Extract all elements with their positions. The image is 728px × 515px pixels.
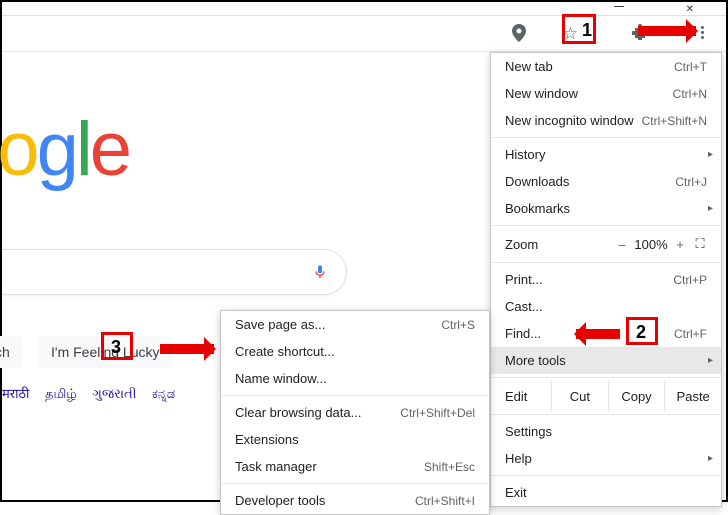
edit-copy[interactable]: Copy bbox=[608, 381, 665, 411]
submenu-extensions[interactable]: Extensions bbox=[221, 426, 489, 453]
edit-paste[interactable]: Paste bbox=[664, 381, 721, 411]
annotation-arrow-3 bbox=[160, 344, 214, 354]
menu-help[interactable]: Help bbox=[491, 445, 721, 472]
window-minimize-icon[interactable] bbox=[614, 6, 624, 7]
search-input[interactable] bbox=[2, 249, 347, 295]
menu-edit-row: Edit Cut Copy Paste bbox=[491, 381, 721, 411]
menu-downloads[interactable]: DownloadsCtrl+J bbox=[491, 168, 721, 195]
lang-link[interactable]: मराठी bbox=[2, 386, 29, 401]
menu-bookmarks[interactable]: Bookmarks bbox=[491, 195, 721, 222]
annotation-arrow-1 bbox=[638, 26, 696, 36]
zoom-out-button[interactable]: – bbox=[613, 237, 631, 252]
menu-cast[interactable]: Cast... bbox=[491, 293, 721, 320]
google-search-button[interactable]: ch bbox=[0, 336, 23, 368]
menu-separator bbox=[491, 377, 721, 378]
fullscreen-icon[interactable]: ⛶ bbox=[689, 236, 711, 252]
zoom-value: 100% bbox=[631, 237, 671, 252]
annotation-arrow-2 bbox=[576, 329, 620, 339]
zoom-in-button[interactable]: + bbox=[671, 237, 689, 252]
edit-cut[interactable]: Cut bbox=[551, 381, 608, 411]
submenu-clear-data[interactable]: Clear browsing data...Ctrl+Shift+Del bbox=[221, 399, 489, 426]
zoom-label: Zoom bbox=[505, 237, 613, 252]
language-links: मराठी தமிழ் ગુજરાતી ಕನ್ನಡ bbox=[2, 384, 187, 403]
window-close-icon[interactable]: ✕ bbox=[686, 4, 694, 15]
voice-search-icon[interactable] bbox=[312, 262, 328, 287]
menu-separator bbox=[491, 137, 721, 138]
annotation-number-1: 1 bbox=[582, 20, 592, 41]
window-titlebar: ✕ bbox=[2, 2, 726, 16]
submenu-save-page[interactable]: Save page as...Ctrl+S bbox=[221, 311, 489, 338]
annotation-number-2: 2 bbox=[636, 322, 646, 343]
lang-link[interactable]: ગુજરાતી bbox=[92, 386, 136, 401]
submenu-dev-tools[interactable]: Developer toolsCtrl+Shift+I bbox=[221, 487, 489, 514]
menu-settings[interactable]: Settings bbox=[491, 418, 721, 445]
menu-separator bbox=[221, 395, 489, 396]
menu-separator bbox=[491, 262, 721, 263]
lang-link[interactable]: ಕನ್ನಡ bbox=[152, 386, 175, 401]
profile-avatar-icon[interactable] bbox=[579, 0, 601, 2]
chrome-main-menu: New tabCtrl+T New windowCtrl+N New incog… bbox=[490, 52, 722, 507]
menu-new-incognito[interactable]: New incognito windowCtrl+Shift+N bbox=[491, 107, 721, 134]
google-logo: oogle bbox=[0, 106, 129, 193]
menu-separator bbox=[491, 225, 721, 226]
menu-separator bbox=[491, 414, 721, 415]
browser-toolbar: ☆ bbox=[2, 16, 726, 52]
submenu-create-shortcut[interactable]: Create shortcut... bbox=[221, 338, 489, 365]
menu-more-tools[interactable]: More tools bbox=[491, 347, 721, 374]
menu-separator bbox=[491, 475, 721, 476]
more-tools-submenu: Save page as...Ctrl+S Create shortcut...… bbox=[220, 310, 490, 515]
menu-new-window[interactable]: New windowCtrl+N bbox=[491, 80, 721, 107]
submenu-name-window[interactable]: Name window... bbox=[221, 365, 489, 392]
annotation-number-3: 3 bbox=[111, 337, 121, 358]
location-icon[interactable] bbox=[512, 24, 526, 47]
lang-link[interactable]: தமிழ் bbox=[45, 386, 77, 401]
menu-zoom-row: Zoom – 100% + ⛶ bbox=[491, 229, 721, 259]
menu-print[interactable]: Print...Ctrl+P bbox=[491, 266, 721, 293]
edit-label: Edit bbox=[491, 389, 551, 404]
submenu-task-manager[interactable]: Task managerShift+Esc bbox=[221, 453, 489, 480]
menu-separator bbox=[221, 483, 489, 484]
menu-history[interactable]: History bbox=[491, 141, 721, 168]
menu-new-tab[interactable]: New tabCtrl+T bbox=[491, 53, 721, 80]
